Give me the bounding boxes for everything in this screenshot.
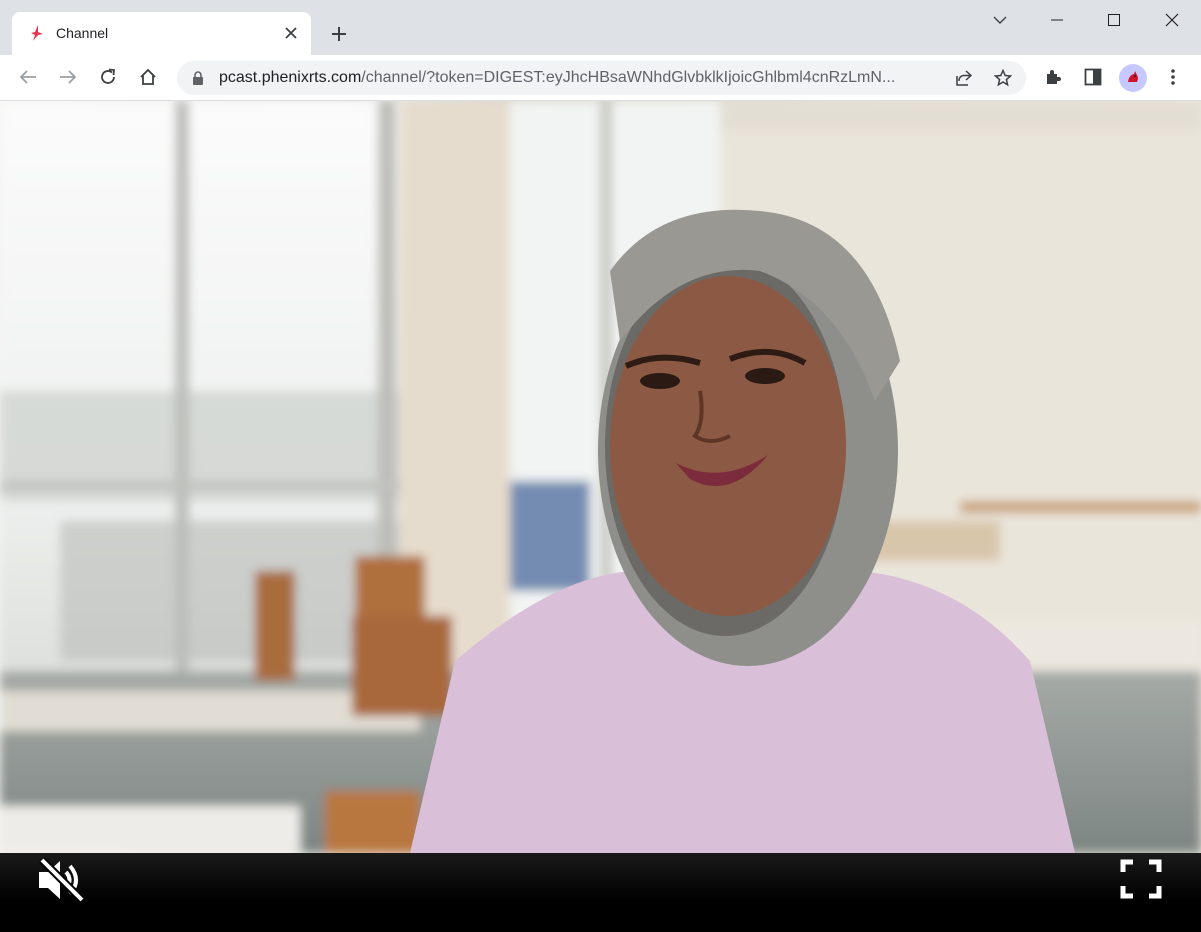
forward-arrow-icon [60,70,77,84]
profile-avatar[interactable] [1119,64,1147,92]
mute-button[interactable] [36,856,86,904]
share-button[interactable] [951,65,977,91]
new-tab-button[interactable] [325,20,353,48]
close-icon [1165,13,1179,27]
star-icon [994,69,1012,87]
side-panel-button[interactable] [1078,62,1108,92]
fullscreen-icon [1120,859,1162,899]
minimize-icon [1051,19,1063,21]
bookmark-button[interactable] [990,65,1016,91]
tab-channel[interactable]: Channel [12,12,311,55]
tab-title: Channel [56,25,109,41]
url-host: pcast.phenixrts.com [219,69,362,86]
url-path: /channel/?token=DIGEST:eyJhcHBsaWNhdGlvb… [361,69,896,86]
back-arrow-icon [19,70,36,84]
browser-toolbar: pcast.phenixrts.com/channel/?token=DIGES… [0,55,1201,101]
reload-button[interactable] [93,62,123,92]
home-button[interactable] [133,62,163,92]
video-stream[interactable] [0,101,1201,853]
maximize-button[interactable] [1096,5,1132,35]
extensions-icon [1047,70,1061,84]
kebab-menu-icon [1171,69,1175,85]
muted-speaker-icon [39,857,85,903]
close-tab-icon[interactable] [281,23,301,43]
url-text[interactable]: pcast.phenixrts.com/channel/?token=DIGES… [219,69,941,87]
browser-chrome: Channel pcast.phenixrts.com/channel/?tok… [0,0,1201,101]
plus-icon [332,27,346,41]
player-controls [0,853,1201,932]
fullscreen-button[interactable] [1120,859,1162,899]
reload-icon [101,68,115,84]
menu-button[interactable] [1158,62,1188,92]
side-panel-icon [1084,68,1102,86]
video-frame-image [0,101,1201,853]
address-bar[interactable]: pcast.phenixrts.com/channel/?token=DIGES… [177,61,1026,95]
tab-strip: Channel [0,0,1201,55]
home-icon [140,68,156,85]
close-window-button[interactable] [1154,5,1190,35]
minimize-button[interactable] [1039,5,1075,35]
extensions-button[interactable] [1038,62,1068,92]
phenix-bird-icon [31,25,43,41]
chevron-down-icon [993,16,1007,24]
forward-button[interactable] [53,62,83,92]
cardinal-avatar-icon [1128,71,1138,82]
back-button[interactable] [13,62,43,92]
maximize-icon [1108,14,1120,26]
share-icon [956,70,973,86]
lock-icon [193,71,203,85]
tab-search-button[interactable] [982,5,1018,35]
